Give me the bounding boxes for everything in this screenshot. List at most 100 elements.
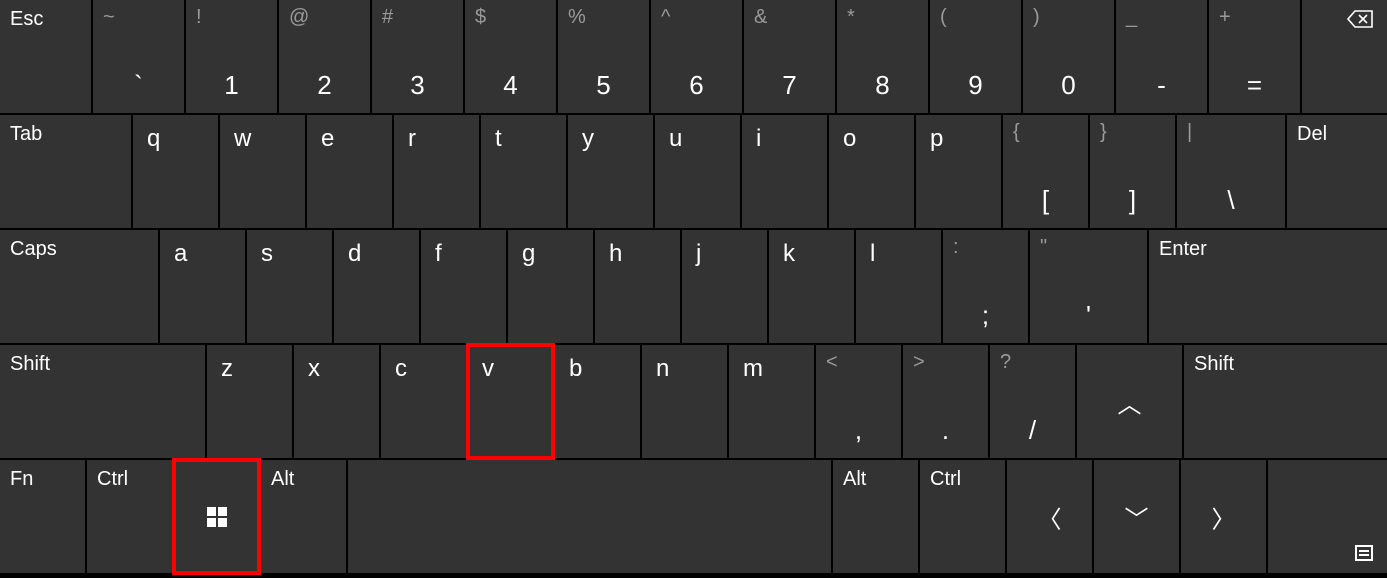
key-upper: +	[1219, 6, 1231, 29]
key-arrow-right[interactable]: 〉	[1181, 460, 1266, 573]
key-1[interactable]: ! 1	[186, 0, 277, 113]
key-c[interactable]: c	[381, 345, 466, 458]
key-9[interactable]: ( 9	[930, 0, 1021, 113]
key-upper: )	[1033, 6, 1040, 29]
key-lower: .	[942, 415, 949, 446]
backspace-icon	[1347, 10, 1373, 28]
key-lower: ,	[855, 415, 862, 446]
key-4[interactable]: $ 4	[465, 0, 556, 113]
key-comma[interactable]: < ,	[816, 345, 901, 458]
key-7[interactable]: & 7	[744, 0, 835, 113]
key-x[interactable]: x	[294, 345, 379, 458]
key-equals[interactable]: + =	[1209, 0, 1300, 113]
key-lower: 6	[689, 70, 703, 101]
key-right-alt[interactable]: Alt	[833, 460, 918, 573]
key-label: Caps	[10, 238, 57, 261]
key-left-alt[interactable]: Alt	[261, 460, 346, 573]
key-e[interactable]: e	[307, 115, 392, 228]
key-lower: /	[1029, 415, 1036, 446]
key-m[interactable]: m	[729, 345, 814, 458]
key-v[interactable]: v	[468, 345, 553, 458]
key-upper: :	[953, 236, 959, 259]
key-6[interactable]: ^ 6	[651, 0, 742, 113]
key-j[interactable]: j	[682, 230, 767, 343]
key-keyboard-options[interactable]	[1268, 460, 1387, 573]
key-b[interactable]: b	[555, 345, 640, 458]
key-letter: k	[783, 240, 795, 268]
key-quote[interactable]: " '	[1030, 230, 1147, 343]
key-upper: ?	[1000, 351, 1011, 374]
key-upper: %	[568, 6, 586, 29]
key-u[interactable]: u	[655, 115, 740, 228]
key-letter: y	[582, 125, 594, 153]
key-arrow-down[interactable]: ﹀	[1094, 460, 1179, 573]
key-letter: v	[482, 355, 494, 383]
key-8[interactable]: * 8	[837, 0, 928, 113]
key-right-ctrl[interactable]: Ctrl	[920, 460, 1005, 573]
key-5[interactable]: % 5	[558, 0, 649, 113]
key-h[interactable]: h	[595, 230, 680, 343]
key-k[interactable]: k	[769, 230, 854, 343]
key-backslash[interactable]: | \	[1177, 115, 1285, 228]
key-n[interactable]: n	[642, 345, 727, 458]
key-upper: *	[847, 6, 855, 29]
key-lower: =	[1247, 70, 1262, 101]
key-lower: 1	[224, 70, 238, 101]
key-label: Shift	[10, 353, 50, 376]
key-lower: -	[1157, 70, 1166, 101]
key-q[interactable]: q	[133, 115, 218, 228]
keyboard-options-icon	[1355, 545, 1373, 561]
key-s[interactable]: s	[247, 230, 332, 343]
key-left-bracket[interactable]: { [	[1003, 115, 1088, 228]
key-fn[interactable]: Fn	[0, 460, 85, 573]
key-z[interactable]: z	[207, 345, 292, 458]
key-minus[interactable]: _ -	[1116, 0, 1207, 113]
key-w[interactable]: w	[220, 115, 305, 228]
key-slash[interactable]: ? /	[990, 345, 1075, 458]
key-semicolon[interactable]: : ;	[943, 230, 1028, 343]
key-p[interactable]: p	[916, 115, 1001, 228]
key-lower: \	[1227, 185, 1234, 216]
key-g[interactable]: g	[508, 230, 593, 343]
windows-icon	[207, 507, 227, 527]
key-space[interactable]	[348, 460, 831, 573]
key-backspace[interactable]	[1302, 0, 1387, 113]
key-right-shift[interactable]: Shift	[1184, 345, 1387, 458]
key-lower: ;	[982, 300, 989, 331]
key-esc[interactable]: Esc	[0, 0, 91, 113]
key-del[interactable]: Del	[1287, 115, 1387, 228]
key-t[interactable]: t	[481, 115, 566, 228]
key-caps[interactable]: Caps	[0, 230, 158, 343]
key-lower: 2	[317, 70, 331, 101]
key-windows[interactable]	[174, 460, 259, 573]
key-y[interactable]: y	[568, 115, 653, 228]
key-label: Esc	[10, 8, 43, 31]
key-arrow-up[interactable]: ︿	[1077, 345, 1182, 458]
key-2[interactable]: @ 2	[279, 0, 370, 113]
key-upper: {	[1013, 121, 1020, 144]
key-d[interactable]: d	[334, 230, 419, 343]
key-enter[interactable]: Enter	[1149, 230, 1387, 343]
key-period[interactable]: > .	[903, 345, 988, 458]
key-f[interactable]: f	[421, 230, 506, 343]
key-letter: d	[348, 240, 361, 268]
key-tab[interactable]: Tab	[0, 115, 131, 228]
key-left-shift[interactable]: Shift	[0, 345, 205, 458]
key-letter: a	[174, 240, 187, 268]
key-left-ctrl[interactable]: Ctrl	[87, 460, 172, 573]
arrow-up-icon: ︿	[1118, 384, 1142, 419]
key-right-bracket[interactable]: } ]	[1090, 115, 1175, 228]
key-arrow-left[interactable]: 〈	[1007, 460, 1092, 573]
key-lower: 4	[503, 70, 517, 101]
key-l[interactable]: l	[856, 230, 941, 343]
key-3[interactable]: # 3	[372, 0, 463, 113]
key-label: Shift	[1194, 353, 1234, 376]
key-lower: `	[134, 70, 143, 101]
key-o[interactable]: o	[829, 115, 914, 228]
key-letter: l	[870, 240, 875, 268]
key-0[interactable]: ) 0	[1023, 0, 1114, 113]
key-r[interactable]: r	[394, 115, 479, 228]
key-backtick[interactable]: ~ `	[93, 0, 184, 113]
key-i[interactable]: i	[742, 115, 827, 228]
key-a[interactable]: a	[160, 230, 245, 343]
